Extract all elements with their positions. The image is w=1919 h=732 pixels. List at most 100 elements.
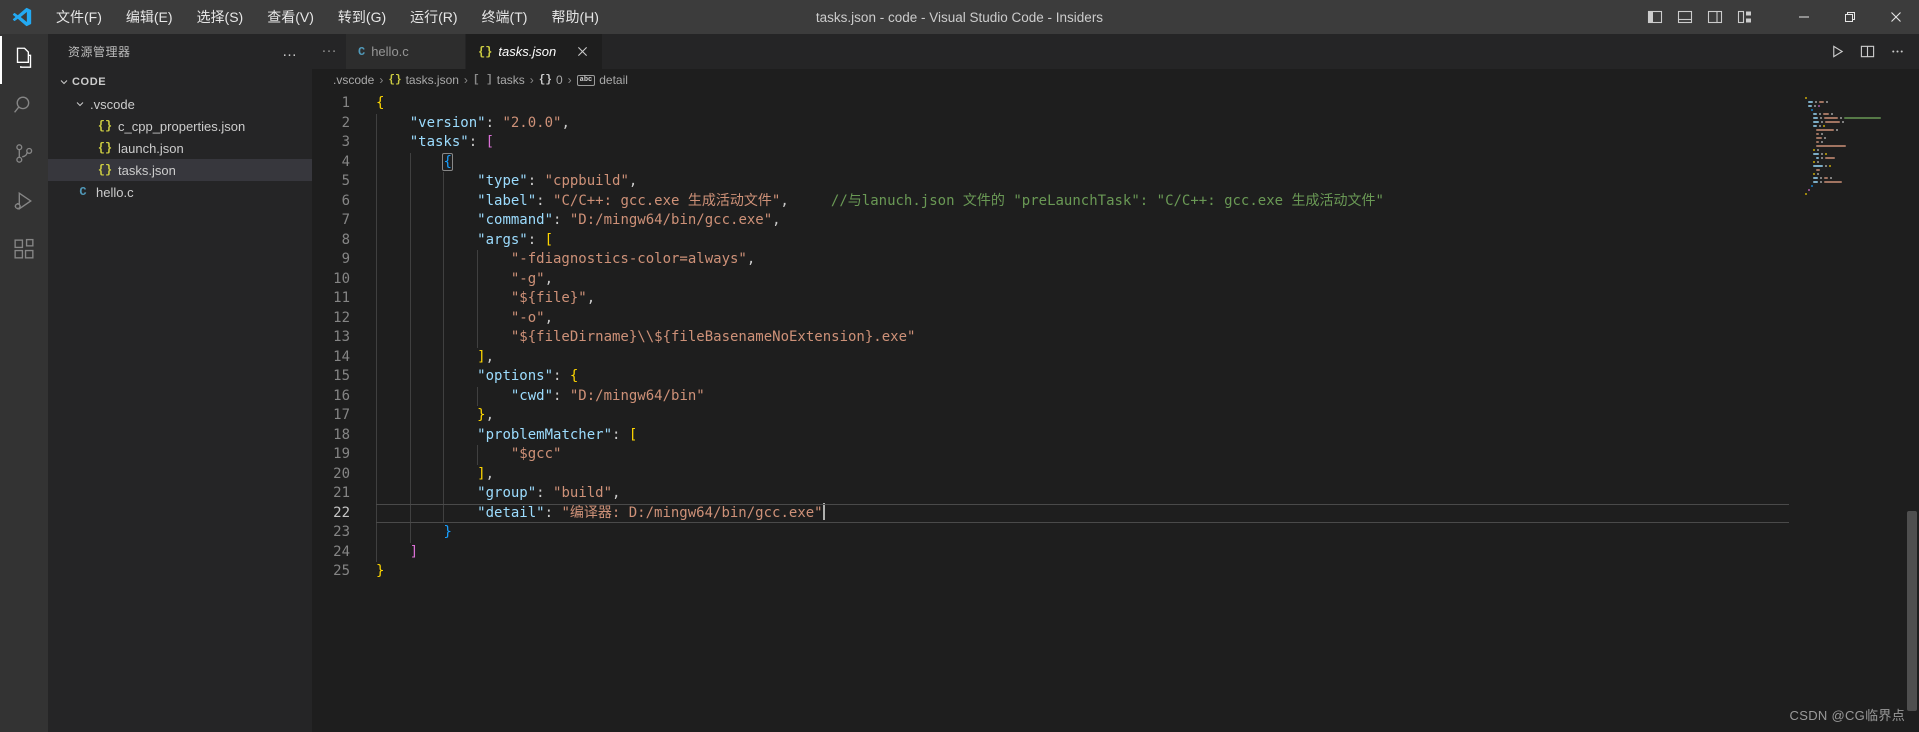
line-number: 3: [341, 134, 350, 150]
layout-controls: [1641, 4, 1759, 30]
indent-guide: [376, 503, 377, 523]
code-line[interactable]: 7 "command": "D:/mingw64/bin/gcc.exe",: [312, 211, 1919, 231]
code-line[interactable]: 21 "group": "build",: [312, 484, 1919, 504]
tab-label: tasks.json: [498, 44, 557, 59]
menu-edit[interactable]: 编辑(E): [116, 4, 183, 30]
activity-source-control[interactable]: [0, 132, 48, 180]
menu-view[interactable]: 查看(V): [257, 4, 324, 30]
code-line[interactable]: 1{: [312, 94, 1919, 114]
menu-go[interactable]: 转到(G): [328, 4, 396, 30]
code-line[interactable]: 9 "-fdiagnostics-color=always",: [312, 250, 1919, 270]
activity-search[interactable]: [0, 84, 48, 132]
code-token: }: [477, 407, 486, 423]
code-line[interactable]: 18 "problemMatcher": [: [312, 425, 1919, 445]
line-content: "-o",: [376, 309, 553, 329]
line-number: 7: [341, 212, 350, 228]
breadcrumb-item-0[interactable]: {} 0: [537, 73, 565, 87]
activity-run-and-debug[interactable]: [0, 180, 48, 228]
code-line[interactable]: 19 "$gcc": [312, 445, 1919, 465]
breadcrumb-item-detail[interactable]: abc detail: [575, 73, 630, 87]
tree-item-launch-json[interactable]: {} launch.json: [48, 137, 312, 159]
tree-item-hello-c[interactable]: C hello.c: [48, 181, 312, 203]
code-line[interactable]: 3 "tasks": [: [312, 133, 1919, 153]
code-line[interactable]: 6 "label": "C/C++: gcc.exe 生成活动文件", //与l…: [312, 191, 1919, 211]
code-line[interactable]: 24 ]: [312, 542, 1919, 562]
string-symbol-icon: abc: [576, 74, 596, 86]
indent-guide: [409, 230, 411, 250]
tabs-overflow-button[interactable]: …: [312, 34, 346, 62]
minimap-token: [1816, 145, 1846, 147]
code-line[interactable]: 16 "cwd": "D:/mingw64/bin": [312, 386, 1919, 406]
chevron-down-icon: [56, 76, 72, 88]
editor-minimap[interactable]: [1801, 91, 1905, 732]
code-line[interactable]: 11 "${file}",: [312, 289, 1919, 309]
minimap-token: [1819, 101, 1824, 103]
minimap-line: [1801, 161, 1905, 164]
code-line[interactable]: 20 ],: [312, 464, 1919, 484]
restore-icon[interactable]: [1827, 0, 1873, 34]
code-token: "detail": [477, 504, 545, 521]
code-line[interactable]: 2 "version": "2.0.0",: [312, 113, 1919, 133]
breadcrumb-item-vscode[interactable]: .vscode: [331, 73, 376, 87]
toggle-primary-sidebar-icon[interactable]: [1641, 4, 1669, 30]
close-icon[interactable]: [1873, 0, 1919, 34]
toggle-panel-icon[interactable]: [1671, 4, 1699, 30]
indent-guide: [443, 425, 445, 445]
activity-explorer[interactable]: [0, 36, 48, 84]
minimap-line: [1801, 169, 1905, 172]
indent-guide: [443, 503, 445, 523]
minimap-token: [1817, 173, 1820, 175]
menu-file[interactable]: 文件(F): [46, 4, 112, 30]
editor-content[interactable]: 1{2 "version": "2.0.0", 3 "tasks": [4 {5 …: [312, 91, 1919, 732]
code-line[interactable]: 4 {: [312, 152, 1919, 172]
tree-item-vscode[interactable]: .vscode: [48, 93, 312, 115]
minimap-token: [1813, 113, 1818, 115]
editor-vertical-scrollbar[interactable]: [1905, 91, 1919, 732]
menu-help[interactable]: 帮助(H): [541, 4, 608, 30]
breadcrumb-item-tasks-json[interactable]: {} tasks.json: [386, 73, 461, 87]
minimap-line: [1801, 153, 1905, 156]
code-line[interactable]: 23 }: [312, 523, 1919, 543]
code-line[interactable]: 8 "args": [: [312, 230, 1919, 250]
tree-item-tasks-json[interactable]: {} tasks.json: [48, 159, 312, 181]
breadcrumb-item-tasks[interactable]: [ ] tasks: [471, 73, 527, 87]
code-line[interactable]: 5 "type": "cppbuild",: [312, 172, 1919, 192]
tree-root-code[interactable]: CODE: [48, 71, 312, 93]
menu-run[interactable]: 运行(R): [400, 4, 467, 30]
c-file-icon: C: [79, 185, 87, 199]
scrollbar-thumb[interactable]: [1907, 511, 1917, 711]
menu-selection[interactable]: 选择(S): [187, 4, 254, 30]
code-lines[interactable]: 1{2 "version": "2.0.0", 3 "tasks": [4 {5 …: [312, 91, 1919, 582]
code-line[interactable]: 22 "detail": "编译器: D:/mingw64/bin/gcc.ex…: [312, 503, 1919, 523]
code-line[interactable]: 13 "${fileDirname}\\${fileBasenameNoExte…: [312, 328, 1919, 348]
activity-extensions[interactable]: [0, 228, 48, 276]
close-icon[interactable]: [572, 42, 592, 62]
breadcrumb-label: tasks: [496, 73, 525, 87]
code-line[interactable]: 12 "-o",: [312, 308, 1919, 329]
toggle-secondary-sidebar-icon[interactable]: [1701, 4, 1729, 30]
minimize-icon[interactable]: [1781, 0, 1827, 34]
line-number: 4: [341, 153, 350, 170]
line-content: }: [376, 523, 451, 543]
code-line[interactable]: 17 },: [312, 406, 1919, 426]
code-token: ]: [477, 348, 486, 365]
code-line[interactable]: 10 "-g",: [312, 269, 1919, 289]
code-line[interactable]: 15 "options": {: [312, 367, 1919, 387]
breadcrumb-separator: ›: [379, 73, 384, 87]
code-token: "-fdiagnostics-color=always": [510, 251, 747, 267]
ellipsis-icon[interactable]: [1883, 38, 1911, 66]
code-line[interactable]: 25}: [312, 562, 1919, 582]
tree-item-c-cpp-properties-json[interactable]: {} c_cpp_properties.json: [48, 115, 312, 137]
menu-terminal[interactable]: 终端(T): [472, 4, 538, 30]
minimap-token: [1841, 121, 1844, 123]
code-token: {: [569, 368, 579, 384]
tab-tasks-json[interactable]: {} tasks.json: [466, 34, 604, 69]
object-symbol-icon: {}: [538, 74, 552, 86]
explorer-more-actions-button[interactable]: …: [276, 44, 304, 59]
split-editor-icon[interactable]: [1853, 38, 1881, 66]
code-line[interactable]: 14 ],: [312, 347, 1919, 367]
play-icon[interactable]: [1823, 38, 1851, 66]
tab-hello-c[interactable]: C hello.c: [346, 34, 466, 69]
customize-layout-icon[interactable]: [1731, 4, 1759, 30]
